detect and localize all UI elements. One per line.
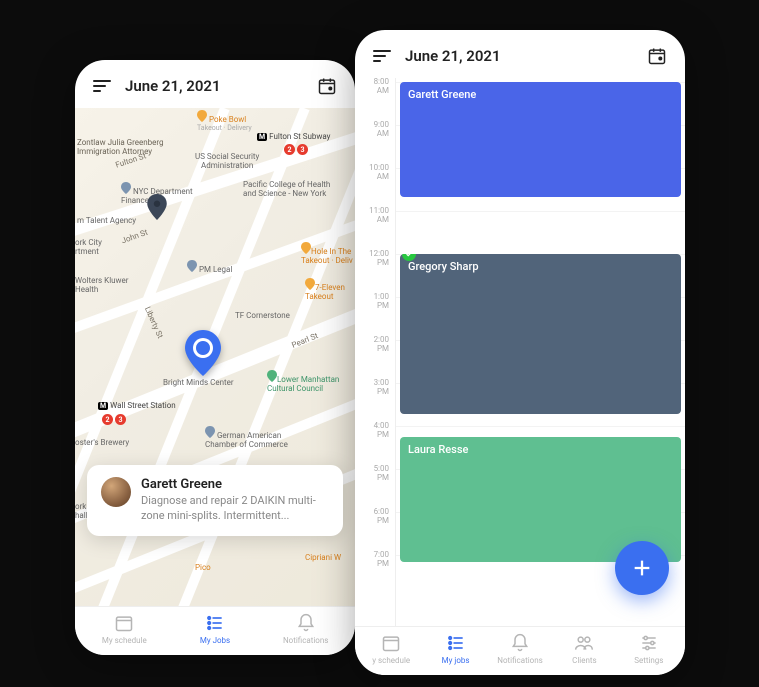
tab-label: y schedule xyxy=(372,656,410,665)
topbar: June 21, 2021 xyxy=(75,60,355,108)
location-pin-icon[interactable] xyxy=(185,330,221,376)
header-date: June 21, 2021 xyxy=(405,47,633,65)
header-date: June 21, 2021 xyxy=(125,77,303,95)
time-label: 9:00AM xyxy=(355,121,395,139)
time-column: 8:00AM 9:00AM 10:00AM 11:00AM 12:00PM 1:00PM 2… xyxy=(355,78,395,626)
time-label: 6:00PM xyxy=(355,508,395,526)
subway-lines-icon: 23 xyxy=(102,414,126,425)
subway-lines-icon: 23 xyxy=(284,144,308,155)
time-label: 8:00AM xyxy=(355,78,395,96)
time-label: 1:00PM xyxy=(355,293,395,311)
phone-schedule-view: June 21, 2021 8:00AM 9:00AM 10:00AM 11:00AM… xyxy=(355,30,685,675)
street-label: John St xyxy=(120,228,149,246)
job-card-description: Diagnose and repair 2 DAIKIN multi-zone … xyxy=(141,494,329,524)
phone-map-view: June 21, 2021 Poke BowlTakeout · Deliver… xyxy=(75,60,355,655)
time-label: 3:00PM xyxy=(355,379,395,397)
tab-notifications[interactable]: Notifications xyxy=(488,633,552,665)
map-label: Lower Manhattan Cultural Council xyxy=(267,370,339,393)
street-label: Liberty St xyxy=(143,305,165,339)
map-label: ork hall xyxy=(75,502,88,520)
map-label: Bright Minds Center xyxy=(163,378,234,387)
map-label: TF Cornerstone xyxy=(235,311,290,320)
map-label: Zontlaw Julia Greenberg Immigration Atto… xyxy=(77,138,164,156)
map-label: 7-Eleven Takeout xyxy=(305,278,345,301)
schedule-event[interactable]: Garett Greene xyxy=(400,82,681,197)
tab-label: My Jobs xyxy=(200,636,230,645)
topbar: June 21, 2021 xyxy=(355,30,685,78)
calendar-icon[interactable] xyxy=(647,46,667,66)
tab-my-jobs[interactable]: My Jobs xyxy=(170,613,261,645)
avatar xyxy=(101,477,131,507)
tab-notifications[interactable]: Notifications xyxy=(260,613,351,645)
map-label: oster's Brewery xyxy=(75,438,129,447)
calendar-icon[interactable] xyxy=(317,76,337,96)
map-label: m Talent Agency xyxy=(77,216,136,225)
time-label: 11:00AM xyxy=(355,207,395,225)
time-label: 7:00PM xyxy=(355,551,395,569)
map-label-subway: MFulton St Subway xyxy=(257,132,330,141)
map-label: Poke BowlTakeout · Delivery xyxy=(197,110,252,132)
map-label: German American Chamber of Commerce xyxy=(205,426,288,449)
tab-label: Settings xyxy=(634,656,663,665)
add-button[interactable] xyxy=(615,541,669,595)
tab-label: Notifications xyxy=(283,636,328,645)
map-label: PM Legal xyxy=(187,260,232,274)
schedule-event[interactable]: Gregory Sharp xyxy=(400,254,681,414)
gridline xyxy=(396,211,685,212)
tab-settings[interactable]: Settings xyxy=(617,633,681,665)
time-label: 4:00PM xyxy=(355,422,395,440)
map-view[interactable]: Poke BowlTakeout · Delivery MFulton St S… xyxy=(75,108,355,606)
map-label: ork City rtment xyxy=(75,238,102,256)
tab-my-schedule[interactable]: y schedule xyxy=(359,633,423,665)
tab-clients[interactable]: Clients xyxy=(552,633,616,665)
map-label: US Social Security Administration xyxy=(195,152,259,170)
tab-label: My jobs xyxy=(442,656,470,665)
job-card[interactable]: Garett Greene Diagnose and repair 2 DAIK… xyxy=(87,465,343,536)
time-label: 12:00PM xyxy=(355,250,395,268)
tab-my-jobs[interactable]: My jobs xyxy=(423,633,487,665)
job-card-name: Garett Greene xyxy=(141,477,329,492)
time-label: 10:00AM xyxy=(355,164,395,182)
tabbar: My schedule My Jobs Notifications xyxy=(75,606,355,655)
map-label: Cipriani W xyxy=(305,553,341,562)
tab-label: Clients xyxy=(572,656,597,665)
map-label: Pico xyxy=(195,563,211,572)
map-label: Wolters Kluwer Health xyxy=(75,276,129,294)
map-label: Hole In The Takeout · Deliv xyxy=(301,242,353,265)
map-label: Pacific College of Health and Science - … xyxy=(243,180,330,198)
menu-icon[interactable] xyxy=(373,50,391,62)
time-label: 5:00PM xyxy=(355,465,395,483)
gridline xyxy=(396,426,685,427)
tab-label: My schedule xyxy=(102,636,147,645)
check-icon xyxy=(402,254,416,261)
tabbar: y schedule My jobs Notifications Clients… xyxy=(355,626,685,675)
tab-label: Notifications xyxy=(497,656,542,665)
map-pin-icon[interactable] xyxy=(147,194,167,220)
map-label-subway: MWall Street Station xyxy=(98,401,176,410)
menu-icon[interactable] xyxy=(93,80,111,92)
tab-my-schedule[interactable]: My schedule xyxy=(79,613,170,645)
time-label: 2:00PM xyxy=(355,336,395,354)
